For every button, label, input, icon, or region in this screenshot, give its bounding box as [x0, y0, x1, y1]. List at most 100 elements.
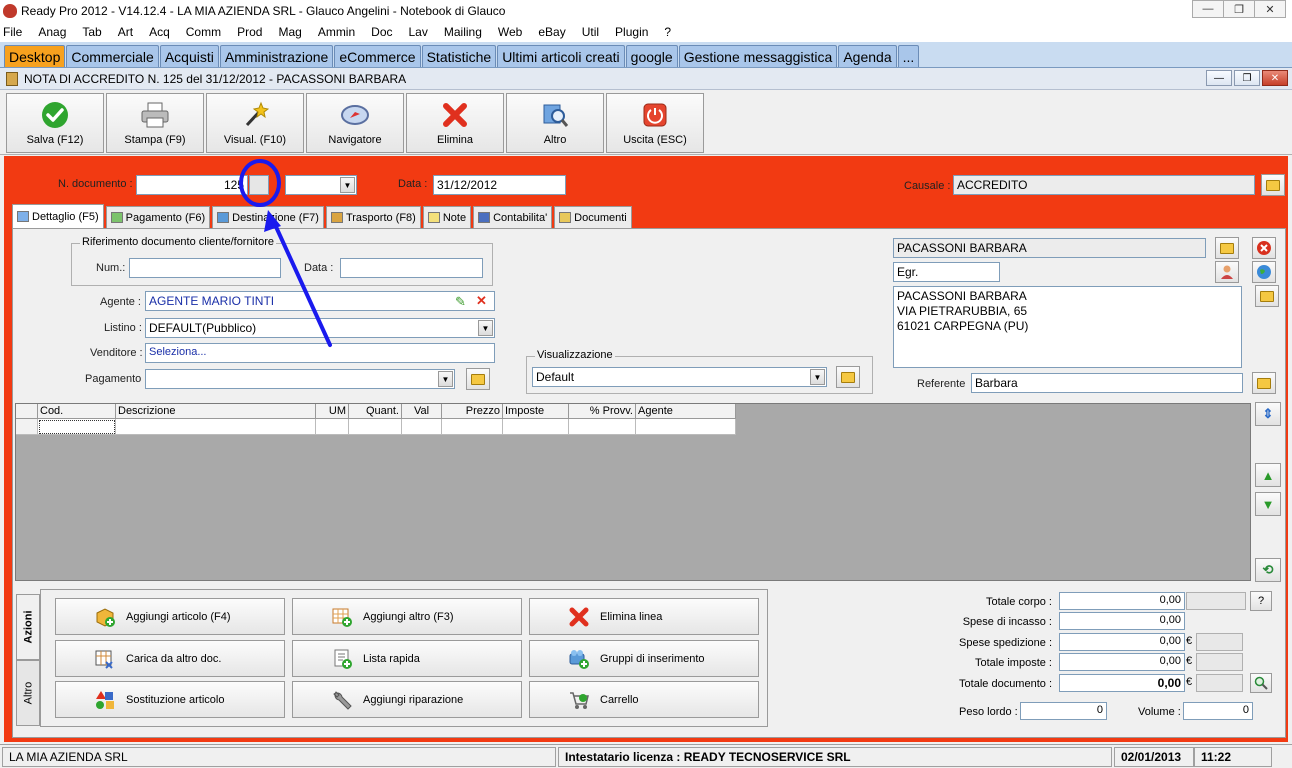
tab-documenti[interactable]: Documenti: [554, 206, 632, 228]
cliente-address-box[interactable]: PACASSONI BARBARA VIA PIETRARUBBIA, 65 6…: [893, 286, 1242, 368]
tab-desktop[interactable]: Desktop: [4, 45, 66, 67]
menu-util[interactable]: Util: [582, 25, 599, 39]
tab-destinazione[interactable]: Destinazione (F7): [212, 206, 324, 228]
cliente-name-field[interactable]: PACASSONI BARBARA: [893, 238, 1206, 258]
menu-file[interactable]: File: [3, 25, 22, 39]
referente-browse-button[interactable]: [1252, 372, 1276, 394]
add-repair-button[interactable]: Aggiungi riparazione: [292, 681, 522, 718]
grid-cell-provv[interactable]: [569, 419, 636, 435]
menu-anag[interactable]: Anag: [38, 25, 66, 39]
grid-cell-val[interactable]: [402, 419, 442, 435]
grid-header-um[interactable]: UM: [316, 404, 349, 419]
grid-cell-cod[interactable]: [38, 419, 116, 435]
listino-select[interactable]: DEFAULT(Pubblico) ▼: [145, 318, 495, 338]
cliente-contact-button[interactable]: [1215, 261, 1239, 283]
spese-spedizione-field[interactable]: 0,00: [1059, 633, 1185, 651]
tab-trasporto[interactable]: Trasporto (F8): [325, 206, 421, 228]
help-button[interactable]: ?: [1250, 591, 1272, 611]
tab-pagamento[interactable]: Pagamento (F6): [105, 206, 211, 228]
tab-ecommerce[interactable]: eCommerce: [334, 45, 421, 67]
volume-field[interactable]: 0: [1183, 702, 1253, 720]
cliente-remove-button[interactable]: [1252, 237, 1276, 259]
move-up-icon[interactable]: ▲: [1255, 463, 1281, 487]
document-number-field[interactable]: 125: [136, 175, 248, 195]
referente-field[interactable]: Barbara: [971, 373, 1243, 393]
peso-lordo-field[interactable]: 0: [1020, 702, 1107, 720]
causale-browse-button[interactable]: [1261, 174, 1285, 196]
print-button[interactable]: Stampa (F9): [106, 93, 204, 153]
grid-cell-quant[interactable]: [349, 419, 402, 435]
load-from-doc-button[interactable]: Carica da altro doc.: [55, 640, 285, 677]
replace-article-button[interactable]: Sostituzione articolo: [55, 681, 285, 718]
add-other-button[interactable]: Aggiungi altro (F3): [292, 598, 522, 635]
grid-cell-um[interactable]: [316, 419, 349, 435]
tab-dettaglio[interactable]: Dettaglio (F5): [12, 204, 104, 228]
preview-button[interactable]: Visual. (F10): [206, 93, 304, 153]
insertion-groups-button[interactable]: Gruppi di inserimento: [529, 640, 759, 677]
date-field[interactable]: 31/12/2012: [433, 175, 566, 195]
close-icon[interactable]: ✕: [1254, 0, 1286, 18]
grid-header-val[interactable]: Val: [402, 404, 442, 419]
exit-button[interactable]: Uscita (ESC): [606, 93, 704, 153]
cart-button[interactable]: Carrello: [529, 681, 759, 718]
menu-prod[interactable]: Prod: [237, 25, 262, 39]
tab-statistiche[interactable]: Statistiche: [421, 45, 497, 67]
grid-header-provv[interactable]: % Provv.: [569, 404, 636, 419]
spese-incasso-field[interactable]: 0,00: [1059, 612, 1185, 630]
tab-google[interactable]: google: [625, 45, 678, 67]
document-number-suffix[interactable]: [249, 175, 269, 195]
menu-acq[interactable]: Acq: [149, 25, 170, 39]
venditore-field[interactable]: Seleziona...: [145, 343, 495, 363]
grid-header-descrizione[interactable]: Descrizione: [116, 404, 316, 419]
tab-contabilita[interactable]: Contabilita': [473, 206, 553, 228]
save-button[interactable]: Salva (F12): [6, 93, 104, 153]
grid-header-agente[interactable]: Agente: [636, 404, 736, 419]
address-browse-button[interactable]: [1255, 285, 1279, 307]
visualizzazione-select[interactable]: Default ▼: [532, 367, 827, 387]
cliente-title-field[interactable]: Egr.: [893, 262, 1000, 282]
move-down-icon[interactable]: ▼: [1255, 492, 1281, 516]
grid-header-quant[interactable]: Quant.: [349, 404, 402, 419]
edit-pencil-icon[interactable]: ✎: [455, 294, 466, 310]
navigator-button[interactable]: Navigatore: [306, 93, 404, 153]
menu-art[interactable]: Art: [118, 25, 133, 39]
tab-azioni[interactable]: Azioni: [16, 594, 40, 660]
grid-header-cod[interactable]: Cod.: [38, 404, 116, 419]
agente-field[interactable]: AGENTE MARIO TINTI: [145, 291, 495, 311]
menu-doc[interactable]: Doc: [371, 25, 392, 39]
grid-cell-prezzo[interactable]: [442, 419, 503, 435]
tab-acquisti[interactable]: Acquisti: [159, 45, 219, 67]
riferimento-data-field[interactable]: [340, 258, 483, 278]
delete-button[interactable]: Elimina: [406, 93, 504, 153]
tab-gestione-messaggistica[interactable]: Gestione messaggistica: [678, 45, 838, 67]
tab-commerciale[interactable]: Commerciale: [66, 45, 159, 67]
zoom-button[interactable]: [1250, 673, 1272, 693]
tab-agenda[interactable]: Agenda: [838, 45, 897, 67]
grid-cell-imposte[interactable]: [503, 419, 569, 435]
menu-ammin[interactable]: Ammin: [318, 25, 355, 39]
quick-list-button[interactable]: Lista rapida: [292, 640, 522, 677]
grid-header-prezzo[interactable]: Prezzo: [442, 404, 503, 419]
cliente-browse-button[interactable]: [1215, 237, 1239, 259]
minimize-icon[interactable]: —: [1206, 70, 1232, 86]
delete-line-button[interactable]: Elimina linea: [529, 598, 759, 635]
minimize-icon[interactable]: —: [1192, 0, 1224, 18]
grid-cell-descrizione[interactable]: [116, 419, 316, 435]
grid-cell-agente[interactable]: [636, 419, 736, 435]
menu-tab[interactable]: Tab: [82, 25, 101, 39]
tab-note[interactable]: Note: [422, 206, 472, 228]
menu-mag[interactable]: Mag: [278, 25, 301, 39]
menu-lav[interactable]: Lav: [409, 25, 428, 39]
tab-amministrazione[interactable]: Amministrazione: [219, 45, 334, 67]
menu-help[interactable]: ?: [664, 25, 671, 39]
tab-ultimi-articoli[interactable]: Ultimi articoli creati: [497, 45, 625, 67]
tab-more[interactable]: ...: [897, 45, 920, 67]
pagamento-select[interactable]: ▼: [145, 369, 455, 389]
menu-ebay[interactable]: eBay: [538, 25, 565, 39]
refresh-icon[interactable]: ⟲: [1255, 558, 1281, 582]
tab-altro[interactable]: Altro: [16, 660, 40, 726]
close-icon[interactable]: ✕: [1262, 70, 1288, 86]
menu-web[interactable]: Web: [498, 25, 522, 39]
maximize-icon[interactable]: ❐: [1223, 0, 1255, 18]
visualizzazione-browse-button[interactable]: [836, 366, 860, 388]
